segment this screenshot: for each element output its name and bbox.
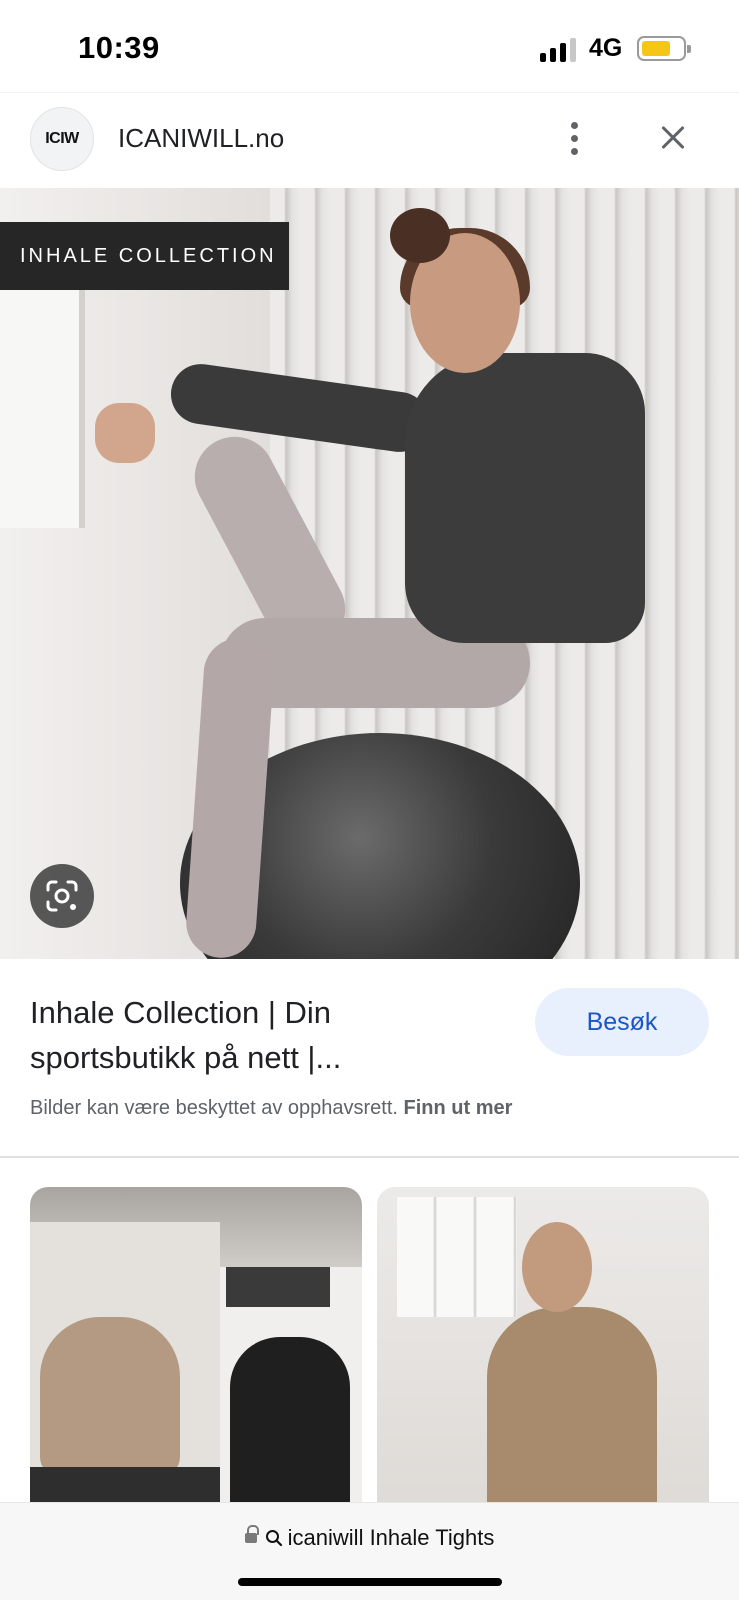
address-field[interactable]: icaniwill Inhale Tights <box>0 1525 739 1551</box>
related-image-thumbnail[interactable] <box>377 1187 709 1517</box>
site-name[interactable]: ICANIWILL.no <box>118 123 284 154</box>
site-header: ICIW ICANIWILL.no <box>0 92 739 188</box>
search-query: icaniwill Inhale Tights <box>287 1525 495 1550</box>
cellular-signal-icon <box>540 38 578 62</box>
battery-icon <box>637 36 691 61</box>
google-lens-icon[interactable] <box>30 864 94 928</box>
learn-more-link[interactable]: Finn ut mer <box>404 1097 513 1119</box>
bottom-address-bar[interactable]: icaniwill Inhale Tights <box>0 1502 739 1600</box>
status-bar: 10:39 4G <box>0 0 739 92</box>
network-type: 4G <box>589 34 623 62</box>
copyright-text: Bilder kan være beskyttet av opphavsrett… <box>30 1097 398 1119</box>
copyright-notice: Bilder kan være beskyttet av opphavsrett… <box>30 1097 512 1120</box>
status-time: 10:39 <box>78 30 160 65</box>
search-icon <box>265 1530 282 1547</box>
divider <box>0 1156 739 1158</box>
visit-button[interactable]: Besøk <box>535 988 709 1056</box>
kebab-menu-icon[interactable] <box>556 115 592 161</box>
close-icon[interactable] <box>651 115 695 161</box>
site-logo: ICIW <box>30 107 94 171</box>
result-title[interactable]: Inhale Collection | Din sportsbutikk på … <box>30 990 500 1080</box>
hero-image[interactable] <box>0 188 739 959</box>
home-indicator[interactable] <box>238 1578 502 1586</box>
collection-badge: INHALE COLLECTION <box>0 222 289 290</box>
related-image-thumbnail[interactable] <box>30 1187 362 1517</box>
lock-icon <box>244 1525 259 1545</box>
